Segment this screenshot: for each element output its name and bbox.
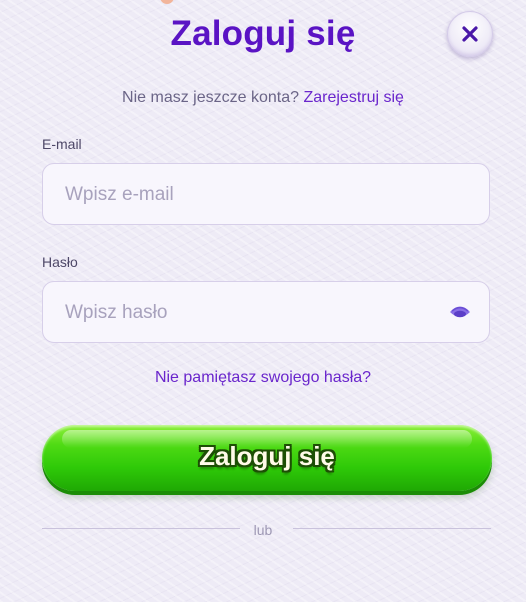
password-field-container: [42, 281, 490, 344]
email-field-container: [42, 163, 490, 226]
login-dialog: Zaloguj się Nie masz jeszcze konta? Zare…: [0, 0, 526, 602]
register-prompt-text: Nie masz jeszcze konta?: [122, 89, 300, 106]
login-button-label: Zaloguj się: [199, 441, 335, 471]
forgot-password-link[interactable]: Nie pamiętasz swojego hasła?: [0, 369, 526, 387]
register-prompt: Nie masz jeszcze konta? Zarejestruj się: [0, 89, 526, 107]
login-button[interactable]: Zaloguj się: [42, 425, 492, 491]
password-field[interactable]: [63, 282, 447, 344]
eye-icon[interactable]: [449, 303, 471, 326]
register-link[interactable]: Zarejestruj się: [303, 89, 403, 106]
email-label: E-mail: [42, 136, 82, 152]
email-field[interactable]: [63, 164, 447, 226]
divider-text: lub: [253, 522, 273, 538]
close-button[interactable]: [447, 11, 493, 57]
password-label: Hasło: [42, 254, 78, 270]
divider-right: [293, 528, 491, 529]
decoration-shape: [160, 0, 174, 4]
